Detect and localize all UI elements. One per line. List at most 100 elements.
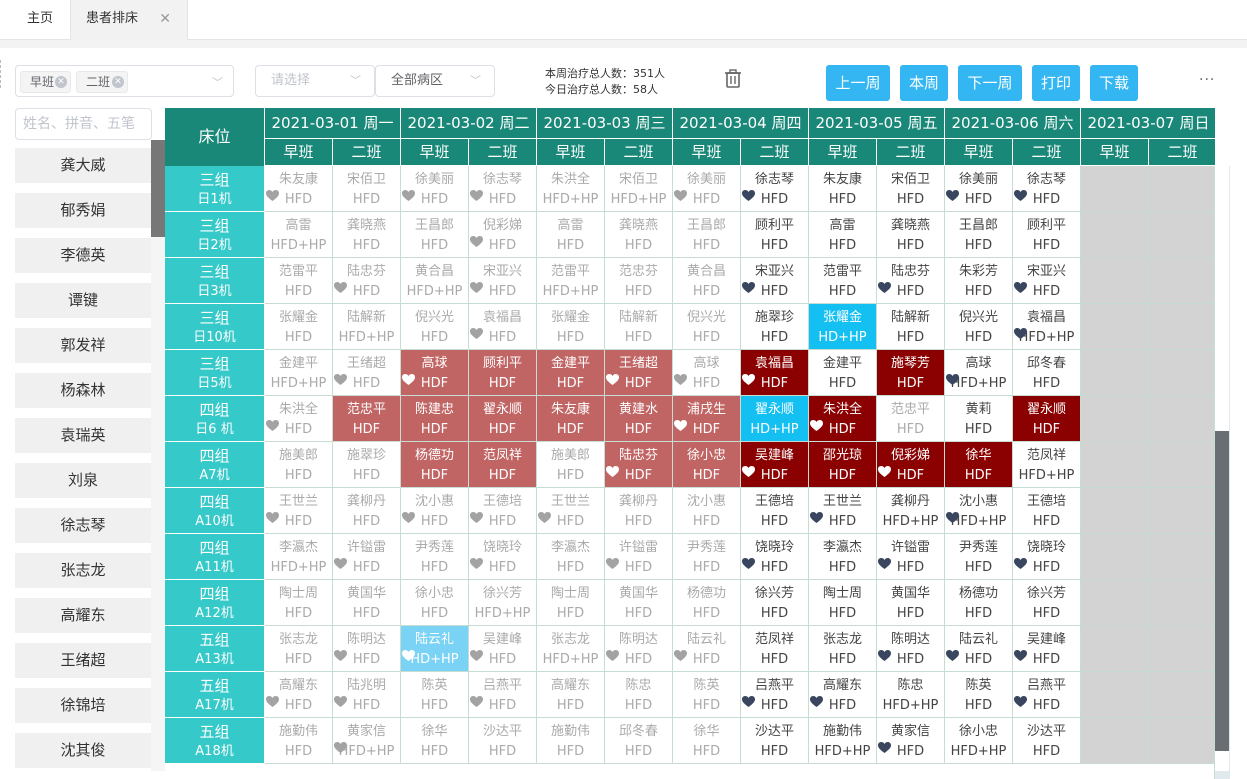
schedule-cell[interactable]: 许镒雷 HFD bbox=[333, 534, 401, 580]
schedule-cell[interactable]: 徐兴芳 HFD bbox=[1013, 580, 1081, 626]
schedule-cell[interactable]: 倪彩娣 HDF bbox=[877, 442, 945, 488]
heart-icon[interactable] bbox=[470, 650, 483, 662]
remove-tag-icon[interactable]: ✕ bbox=[112, 76, 124, 88]
bed-cell[interactable]: 三组 日5机 bbox=[165, 350, 265, 396]
heart-icon[interactable] bbox=[470, 190, 483, 202]
schedule-cell[interactable]: 高耀东 HFD bbox=[265, 672, 333, 718]
schedule-cell[interactable]: 饶晓玲 HFD bbox=[1013, 534, 1081, 580]
schedule-cell[interactable]: 龚柳丹 HFD bbox=[333, 488, 401, 534]
bed-cell[interactable]: 四组 日6 机 bbox=[165, 396, 265, 442]
schedule-cell[interactable]: 吕燕平 HFD bbox=[741, 672, 809, 718]
schedule-cell[interactable]: 沙达平 HFD bbox=[469, 718, 537, 764]
schedule-cell[interactable]: 陆兆明 HFD bbox=[333, 672, 401, 718]
schedule-cell[interactable]: 陈英 HFD bbox=[945, 672, 1013, 718]
bed-cell[interactable]: 四组 A12机 bbox=[165, 580, 265, 626]
schedule-cell[interactable]: 顾利平 HDF bbox=[469, 350, 537, 396]
schedule-cell[interactable]: 沙达平 HFD bbox=[1013, 718, 1081, 764]
schedule-cell[interactable]: 施琴芳 HDF bbox=[877, 350, 945, 396]
schedule-cell[interactable]: 邵光琼 HDF bbox=[809, 442, 877, 488]
schedule-cell[interactable]: 陈明达 HFD bbox=[333, 626, 401, 672]
schedule-cell[interactable]: 朱彩芳 HFD bbox=[945, 258, 1013, 304]
schedule-cell[interactable]: 朱友康 HFD bbox=[809, 166, 877, 212]
heart-icon[interactable] bbox=[402, 374, 415, 386]
schedule-cell[interactable]: 王德培 HFD bbox=[741, 488, 809, 534]
schedule-cell[interactable]: 徐美丽 HFD bbox=[945, 166, 1013, 212]
heart-icon[interactable] bbox=[470, 558, 483, 570]
schedule-cell[interactable]: 顾利平 HFD bbox=[741, 212, 809, 258]
heart-icon[interactable] bbox=[674, 374, 687, 386]
heart-icon[interactable] bbox=[674, 420, 687, 432]
schedule-cell[interactable]: 龚晓燕 HFD bbox=[877, 212, 945, 258]
heart-icon[interactable] bbox=[878, 282, 891, 294]
schedule-cell[interactable]: 朱洪全 HDF bbox=[809, 396, 877, 442]
schedule-cell[interactable]: 沈小惠 HFD bbox=[673, 488, 741, 534]
schedule-cell[interactable]: 宋佰卫 HFD bbox=[877, 166, 945, 212]
schedule-cell[interactable]: 龚柳丹 HFD bbox=[605, 488, 673, 534]
heart-icon[interactable] bbox=[1014, 558, 1027, 570]
schedule-cell[interactable]: 陆云礼 HFD bbox=[945, 626, 1013, 672]
schedule-cell[interactable]: 邱冬春 HFD bbox=[605, 718, 673, 764]
schedule-cell[interactable]: 龚晓燕 HFD bbox=[605, 212, 673, 258]
schedule-cell[interactable]: 黄国华 HFD bbox=[605, 580, 673, 626]
heart-icon[interactable] bbox=[742, 374, 755, 386]
schedule-cell[interactable]: 黄家信 HFD bbox=[877, 718, 945, 764]
schedule-cell[interactable]: 李瀛杰 HFD+HP bbox=[265, 534, 333, 580]
schedule-cell[interactable]: 徐小忠 HFD+HP bbox=[945, 718, 1013, 764]
schedule-cell[interactable]: 高雷 HFD bbox=[809, 212, 877, 258]
schedule-cell[interactable]: 高耀东 HFD bbox=[809, 672, 877, 718]
heart-icon[interactable] bbox=[1014, 328, 1027, 340]
schedule-cell[interactable]: 朱洪全 HFD+HP bbox=[537, 166, 605, 212]
patient-search-input[interactable]: 姓名、拼音、五笔 bbox=[15, 108, 152, 140]
schedule-cell[interactable]: 沙达平 HFD bbox=[741, 718, 809, 764]
bed-cell[interactable]: 五组 A17机 bbox=[165, 672, 265, 718]
schedule-cell[interactable]: 翟永顺 HDF bbox=[1013, 396, 1081, 442]
schedule-cell[interactable]: 许镒雷 HFD bbox=[877, 534, 945, 580]
schedule-cell[interactable]: 尹秀莲 HFD bbox=[401, 534, 469, 580]
schedule-cell[interactable]: 陆解新 HFD bbox=[605, 304, 673, 350]
patient-list-item[interactable]: 沈其俊 bbox=[15, 733, 151, 768]
schedule-cell[interactable]: 顾利平 HFD bbox=[1013, 212, 1081, 258]
schedule-cell[interactable]: 范雷平 HFD+HP bbox=[537, 258, 605, 304]
schedule-cell[interactable]: 陆忠芬 HFD bbox=[877, 258, 945, 304]
schedule-cell[interactable]: 杨德功 HFD bbox=[945, 580, 1013, 626]
heart-icon[interactable] bbox=[1014, 190, 1027, 202]
heart-icon[interactable] bbox=[470, 236, 483, 248]
schedule-cell[interactable]: 龚晓燕 HFD bbox=[333, 212, 401, 258]
schedule-cell[interactable]: 饶晓玲 HFD bbox=[741, 534, 809, 580]
schedule-cell[interactable]: 陈建忠 HDF bbox=[401, 396, 469, 442]
patient-list-item[interactable]: 张志龙 bbox=[15, 553, 151, 588]
schedule-cell[interactable]: 黄国华 HFD bbox=[877, 580, 945, 626]
schedule-cell[interactable]: 朱洪全 HFD bbox=[265, 396, 333, 442]
print-button[interactable]: 打印 bbox=[1032, 65, 1080, 101]
schedule-cell[interactable]: 施翠珍 HFD bbox=[333, 442, 401, 488]
trash-icon[interactable] bbox=[722, 68, 744, 90]
patient-list-item[interactable]: 刘泉 bbox=[15, 463, 151, 498]
schedule-cell[interactable]: 李瀛杰 HFD bbox=[537, 534, 605, 580]
schedule-cell[interactable]: 徐兴芳 HFD bbox=[741, 580, 809, 626]
schedule-cell[interactable]: 王世兰 HFD bbox=[809, 488, 877, 534]
schedule-cell[interactable]: 张志龙 HFD bbox=[809, 626, 877, 672]
bed-cell[interactable]: 五组 A13机 bbox=[165, 626, 265, 672]
schedule-cell[interactable]: 徐志琴 HFD bbox=[469, 166, 537, 212]
schedule-cell[interactable]: 宋佰卫 HFD+HP bbox=[605, 166, 673, 212]
heart-icon[interactable] bbox=[810, 512, 823, 524]
schedule-cell[interactable]: 施美郎 HFD bbox=[265, 442, 333, 488]
schedule-cell[interactable]: 张耀金 HFD bbox=[265, 304, 333, 350]
schedule-cell[interactable]: 徐华 HFD bbox=[673, 718, 741, 764]
heart-icon[interactable] bbox=[742, 696, 755, 708]
patient-list-item[interactable]: 郁秀娟 bbox=[15, 193, 151, 228]
schedule-cell[interactable]: 黄莉 HFD bbox=[945, 396, 1013, 442]
more-icon[interactable]: ··· bbox=[1199, 72, 1215, 88]
heart-icon[interactable] bbox=[538, 512, 551, 524]
schedule-cell[interactable]: 吕燕平 HFD bbox=[1013, 672, 1081, 718]
shift-multiselect[interactable]: 早班 ✕ 二班 ✕ ﹀ bbox=[15, 65, 234, 97]
patient-list-item[interactable]: 王绪超 bbox=[15, 643, 151, 678]
schedule-cell[interactable]: 王绪超 HDF bbox=[605, 350, 673, 396]
schedule-cell[interactable]: 李瀛杰 HFD bbox=[809, 534, 877, 580]
heart-icon[interactable] bbox=[334, 558, 347, 570]
schedule-cell[interactable]: 王绪超 HFD bbox=[333, 350, 401, 396]
patient-list-item[interactable]: 徐志琴 bbox=[15, 508, 151, 543]
bed-cell[interactable]: 四组 A11机 bbox=[165, 534, 265, 580]
schedule-cell[interactable]: 王昌郎 HFD bbox=[401, 212, 469, 258]
patient-list-item[interactable]: 龚大威 bbox=[15, 148, 151, 183]
